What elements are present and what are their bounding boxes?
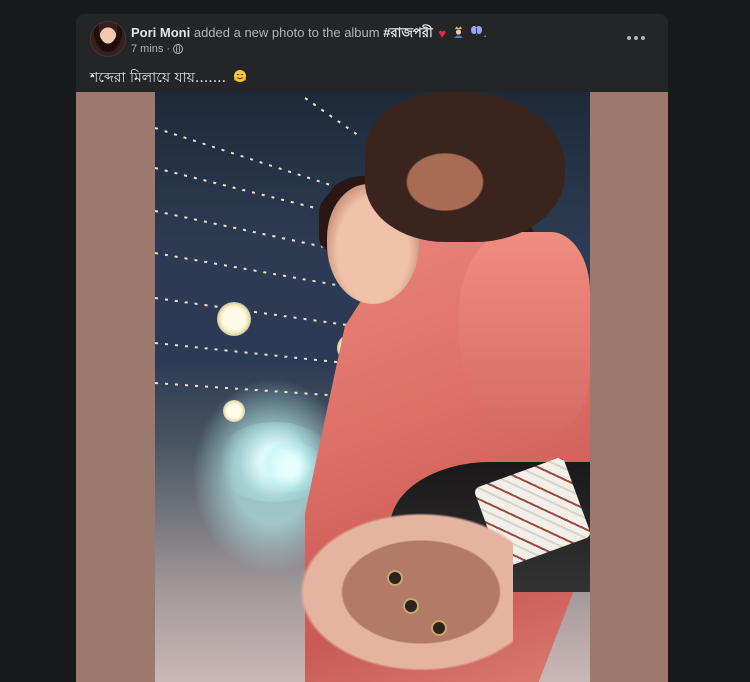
avatar-image [91, 22, 125, 56]
ring [387, 570, 403, 586]
post-meta: 7 mins · [131, 43, 184, 55]
ring [431, 620, 447, 636]
avatar[interactable] [90, 21, 126, 57]
dress-sleeve [459, 232, 590, 432]
more-dot-icon [627, 36, 631, 40]
string-lights [155, 297, 373, 330]
hugging-face-icon [233, 69, 247, 87]
post-header: Pori Moni added a new photo to the album… [76, 14, 668, 92]
post-caption: শব্দেরা মিলায়ে যায়....... [90, 66, 247, 90]
paper-lantern [223, 400, 245, 422]
more-dot-icon [641, 36, 645, 40]
album-link[interactable]: #রাজপরী [383, 25, 432, 40]
string-lights [304, 97, 363, 139]
hands [283, 502, 513, 682]
butterfly-icon [470, 25, 483, 41]
more-dot-icon [634, 36, 638, 40]
paper-lantern [217, 302, 251, 336]
post-time[interactable]: 7 mins [131, 43, 163, 55]
meta-separator: · [166, 43, 171, 55]
more-options-button[interactable] [622, 28, 650, 48]
man-head [365, 92, 565, 242]
globe-icon[interactable] [173, 44, 184, 54]
ring [403, 598, 419, 614]
photo-container[interactable] [76, 92, 668, 682]
person-with-crown-icon [452, 25, 465, 41]
string-lights [155, 342, 355, 365]
red-heart-icon: ♥ [438, 26, 447, 41]
string-lights [155, 127, 365, 197]
post-card: Pori Moni added a new photo to the album… [76, 14, 668, 682]
caption-text: শব্দেরা মিলায়ে যায়....... [90, 70, 227, 86]
post-headline: Pori Moni added a new photo to the album… [131, 25, 487, 41]
string-lights [155, 382, 335, 397]
author-name[interactable]: Pori Moni [131, 25, 190, 40]
post-photo[interactable] [155, 92, 590, 682]
post-action-text: added a new photo to the album [193, 25, 380, 40]
